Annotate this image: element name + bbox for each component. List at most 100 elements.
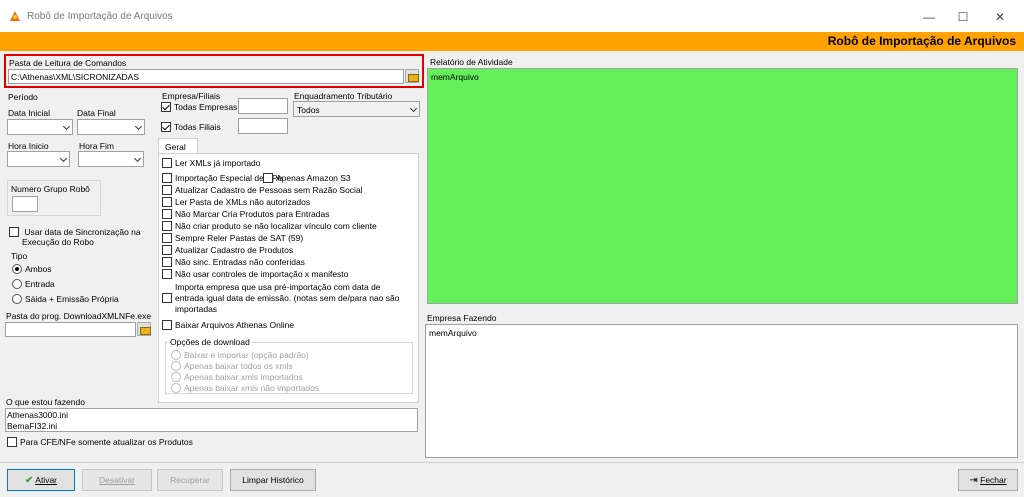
ativar-label: Ativar: [35, 475, 58, 485]
empresa-fazendo-label: Empresa Fazendo: [427, 313, 497, 323]
radio-disabled[interactable]: [171, 349, 181, 360]
hora-inicio-picker[interactable]: [7, 151, 70, 167]
usar-data-label-2: Execução do Robo: [22, 237, 94, 247]
geral-option-checkbox[interactable]: Ler Pasta de XMLs não autorizados: [162, 196, 310, 207]
minimize-button[interactable]: —: [914, 7, 944, 27]
geral-option-check[interactable]: [162, 220, 172, 231]
download-option-radio[interactable]: Apenas baixar todos os xmls: [171, 360, 293, 371]
importa-empresa-label-1: Importa empresa que usa pré-importação c…: [175, 282, 381, 292]
fechar-label: Fechar: [980, 475, 1007, 485]
exit-icon: ⇥: [969, 475, 978, 486]
numero-grupo-input[interactable]: [12, 196, 38, 212]
enquadramento-select[interactable]: Todos: [293, 101, 420, 117]
radio-disabled[interactable]: [171, 371, 181, 382]
chevron-down-icon: [409, 104, 418, 113]
geral-option-check[interactable]: [162, 184, 172, 195]
enquadramento-label: Enquadramento Tributário: [294, 91, 393, 101]
recuperar-button[interactable]: Recuperar: [157, 469, 223, 491]
limpar-historico-button[interactable]: Limpar Histórico: [230, 469, 316, 491]
pasta-leitura-input[interactable]: C:\Athenas\XML\SICRONIZADAS: [8, 69, 404, 84]
pasta-leitura-section: Pasta de Leitura de Comandos C:\Athenas\…: [4, 54, 424, 88]
empresa-fazendo-content: memArquivo: [429, 328, 477, 338]
amazon-s3-label: Apenas Amazon S3: [276, 172, 351, 183]
geral-option-checkbox[interactable]: Sempre Reler Pastas de SAT (59): [162, 232, 303, 243]
empresa-fazendo-memo[interactable]: memArquivo: [425, 324, 1018, 458]
radio-on[interactable]: [12, 263, 22, 274]
oque-line-2: BemaFI32.ini: [7, 421, 58, 431]
radio-off[interactable]: [12, 293, 22, 304]
relatorio-content: memArquivo: [431, 72, 479, 82]
todas-filiais-check[interactable]: [161, 121, 171, 132]
fechar-button[interactable]: ⇥ Fechar: [958, 469, 1018, 491]
geral-option-checkbox[interactable]: Atualizar Cadastro de Produtos: [162, 244, 293, 255]
radio-off[interactable]: [12, 278, 22, 289]
usar-data-checkbox[interactable]: Usar data de Sincronização na: [9, 226, 141, 237]
geral-option-checkbox[interactable]: Não sinc. Entradas não conferidas: [162, 256, 305, 267]
tab-geral-label: Geral: [165, 142, 186, 152]
geral-option-checkbox[interactable]: Não criar produto se não localizar víncu…: [162, 220, 377, 231]
radio-disabled[interactable]: [171, 382, 181, 393]
importa-empresa-check[interactable]: [162, 292, 172, 303]
pasta-leitura-label: Pasta de Leitura de Comandos: [9, 58, 127, 68]
download-option-label: Apenas baixar todos os xmls: [184, 360, 293, 371]
folder-open-icon[interactable]: [137, 322, 151, 336]
cfe-check[interactable]: [7, 436, 17, 447]
folder-open-icon[interactable]: [405, 69, 419, 83]
usar-data-check[interactable]: [9, 226, 19, 237]
baixar-online-checkbox[interactable]: Baixar Arquivos Athenas Online: [162, 319, 294, 330]
geral-option-label: Atualizar Cadastro de Produtos: [175, 244, 294, 255]
header-banner: Robô de Importação de Arquivos: [0, 32, 1024, 51]
todas-filiais-checkbox[interactable]: Todas Filiais: [161, 121, 221, 132]
maximize-button[interactable]: ☐: [948, 7, 978, 27]
todas-empresas-checkbox[interactable]: Todas Empresas: [161, 101, 237, 112]
window-title-bar: Robô de Importação de Arquivos — ☐ ✕: [0, 0, 1024, 32]
tipo-ambos-label: Ambos: [25, 263, 52, 274]
geral-option-check[interactable]: [162, 244, 172, 255]
cfe-label: Para CFE/NFe somente atualizar os Produt…: [20, 436, 193, 447]
ativar-button[interactable]: ✔ Ativar: [7, 469, 75, 491]
tipo-entrada-radio[interactable]: Entrada: [12, 278, 55, 289]
download-option-radio[interactable]: Baixar e importar (opção padrão): [171, 349, 309, 360]
geral-option-label: Sempre Reler Pastas de SAT (59): [175, 232, 304, 243]
tipo-ambos-radio[interactable]: Ambos: [12, 263, 51, 274]
chevron-down-icon: [134, 122, 143, 131]
geral-option-check[interactable]: [162, 232, 172, 243]
download-option-radio[interactable]: Apenas baixar xmls não importados: [171, 382, 319, 393]
pasta-prog-input[interactable]: [5, 322, 136, 337]
cfe-checkbox[interactable]: Para CFE/NFe somente atualizar os Produt…: [7, 436, 193, 447]
amazon-s3-checkbox[interactable]: Apenas Amazon S3: [263, 172, 351, 183]
data-inicial-picker[interactable]: [7, 119, 73, 135]
filial-input[interactable]: [238, 118, 288, 134]
geral-option-check[interactable]: [162, 157, 172, 168]
limpar-historico-label: Limpar Histórico: [242, 475, 304, 485]
geral-option-check[interactable]: [162, 256, 172, 267]
geral-option-checkbox[interactable]: Atualizar Cadastro de Pessoas sem Razão …: [162, 184, 363, 195]
relatorio-memo[interactable]: memArquivo: [427, 68, 1018, 304]
geral-option-check[interactable]: [162, 268, 172, 279]
geral-option-label: Ler Pasta de XMLs não autorizados: [175, 196, 311, 207]
tipo-saida-radio[interactable]: Sáida + Emissão Própria: [12, 293, 119, 304]
oque-memo[interactable]: Athenas3000.ini BemaFI32.ini: [5, 408, 418, 432]
todas-empresas-check[interactable]: [161, 101, 171, 112]
desativar-button[interactable]: Desativar: [82, 469, 152, 491]
data-final-picker[interactable]: [77, 119, 145, 135]
geral-option-checkbox[interactable]: Não Marcar Cria Produtos para Entradas: [162, 208, 330, 219]
hora-fim-picker[interactable]: [78, 151, 144, 167]
chevron-down-icon: [59, 154, 68, 163]
todas-filiais-label: Todas Filiais: [174, 121, 221, 132]
download-option-radio[interactable]: Apenas baixar xmls importados: [171, 371, 303, 382]
empresa-input[interactable]: [238, 98, 288, 114]
numero-grupo-label: Numero Grupo Robô: [11, 184, 90, 194]
geral-option-check[interactable]: [162, 172, 172, 183]
geral-option-checkbox[interactable]: Não usar controles de importação x manif…: [162, 268, 348, 279]
importa-empresa-checkbox[interactable]: [162, 292, 172, 303]
geral-option-check[interactable]: [162, 196, 172, 207]
geral-option-checkbox[interactable]: Ler XMLs já importado: [162, 157, 261, 168]
amazon-s3-check[interactable]: [263, 172, 273, 183]
baixar-online-check[interactable]: [162, 319, 172, 330]
geral-option-label: Ler XMLs já importado: [175, 157, 261, 168]
tab-geral[interactable]: Geral: [158, 138, 198, 154]
geral-option-check[interactable]: [162, 208, 172, 219]
close-window-button[interactable]: ✕: [985, 7, 1015, 27]
radio-disabled[interactable]: [171, 360, 181, 371]
